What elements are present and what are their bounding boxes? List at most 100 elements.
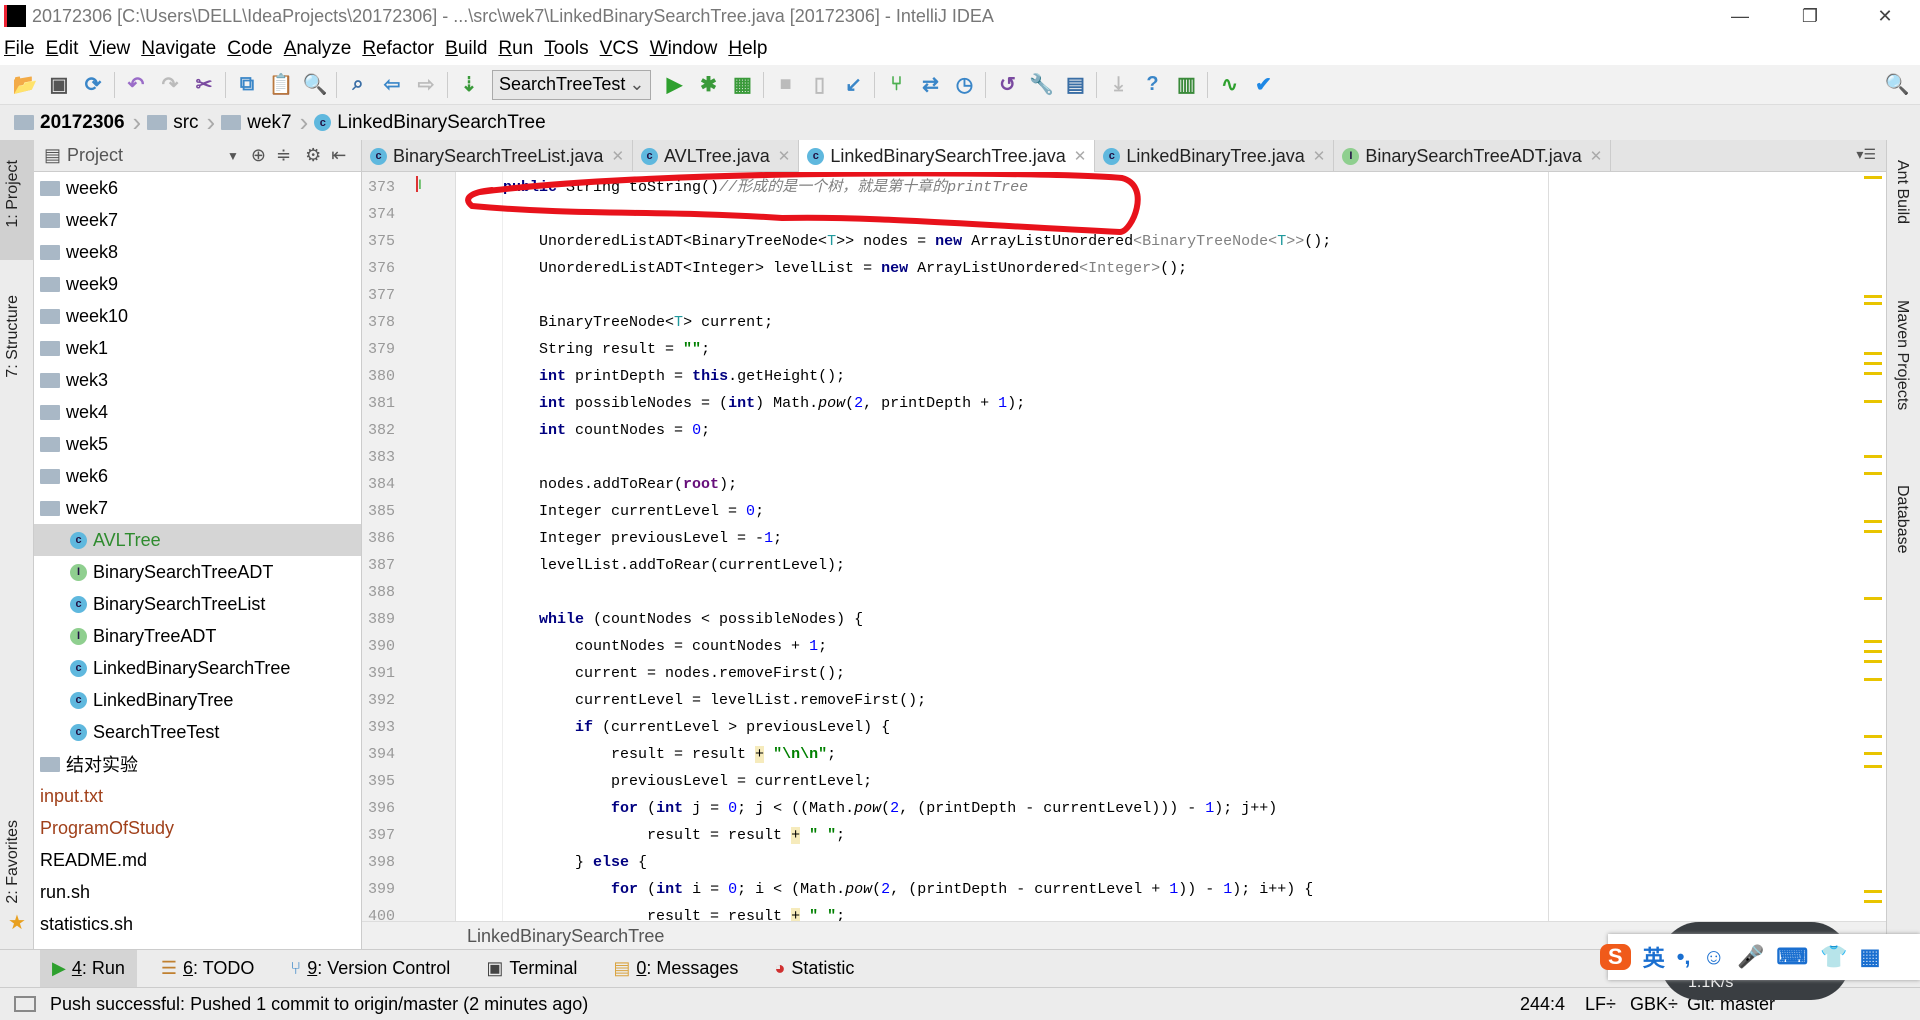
breadcrumb-item[interactable]: c LinkedBinarySearchTree: [314, 112, 553, 134]
error-stripe-mark[interactable]: [1864, 400, 1882, 403]
sync-icon[interactable]: ⟳: [76, 70, 110, 100]
debug-icon[interactable]: ✱: [691, 70, 725, 100]
menu-build[interactable]: Build: [445, 38, 487, 60]
tree-item[interactable]: week9: [34, 268, 361, 300]
tree-item[interactable]: ProgramOfStudy: [34, 812, 361, 844]
breadcrumb-item[interactable]: 20172306: [14, 107, 141, 138]
tool-window-messages[interactable]: ▤ 0: Messages: [601, 950, 750, 988]
copy-icon[interactable]: ⧉: [230, 70, 264, 100]
error-stripe-mark[interactable]: [1864, 678, 1882, 681]
menu-vcs[interactable]: VCS: [600, 38, 639, 60]
tree-item[interactable]: wek6: [34, 460, 361, 492]
error-stripe-mark[interactable]: [1864, 372, 1882, 375]
tree-item[interactable]: c LinkedBinaryTree: [34, 684, 361, 716]
tree-item[interactable]: week7: [34, 204, 361, 236]
error-stripe-mark[interactable]: [1864, 530, 1882, 533]
tab-binarysearchtreelist[interactable]: c BinarySearchTreeList.java ✕: [362, 140, 634, 172]
statistic-icon[interactable]: ∿: [1212, 70, 1246, 100]
breadcrumb-item[interactable]: wek7: [221, 107, 308, 138]
close-tab-icon[interactable]: ✕: [611, 147, 624, 165]
menu-file[interactable]: File: [4, 38, 35, 60]
error-stripe-mark[interactable]: [1864, 640, 1882, 643]
line-separator[interactable]: LF÷: [1585, 994, 1616, 1015]
close-tab-icon[interactable]: ✕: [1074, 147, 1087, 165]
menu-tools[interactable]: Tools: [544, 38, 588, 60]
ime-item[interactable]: ⌨: [1776, 944, 1808, 970]
menu-code[interactable]: Code: [227, 38, 272, 60]
close-tab-icon[interactable]: ✕: [1590, 147, 1603, 165]
tree-item[interactable]: README.md: [34, 844, 361, 876]
hide-panel-icon[interactable]: ⇤: [331, 145, 346, 166]
run-configuration-select[interactable]: SearchTreeTest ⌄: [492, 69, 652, 100]
project-structure-icon[interactable]: ▤: [1058, 70, 1092, 100]
run-icon[interactable]: ▶: [657, 70, 691, 100]
tree-item[interactable]: c BinarySearchTreeList: [34, 588, 361, 620]
minimize-button[interactable]: —: [1710, 0, 1770, 32]
tool-window-todo[interactable]: ☰ 6: TODO: [149, 950, 267, 988]
tree-item[interactable]: input.txt: [34, 780, 361, 812]
menu-refactor[interactable]: Refactor: [362, 38, 434, 60]
dropdown-icon[interactable]: ▼: [227, 149, 239, 163]
menu-window[interactable]: Window: [650, 38, 718, 60]
tree-item[interactable]: 结对实验: [34, 748, 361, 780]
status-message[interactable]: Push successful: Pushed 1 commit to orig…: [50, 994, 588, 1015]
back-icon[interactable]: ⇦: [375, 70, 409, 100]
error-stripe-mark[interactable]: [1864, 352, 1882, 355]
tree-item[interactable]: wek7: [34, 492, 361, 524]
tree-item[interactable]: week6: [34, 172, 361, 204]
find-icon[interactable]: 🔍: [298, 70, 332, 100]
history-icon[interactable]: ◷: [947, 70, 981, 100]
ime-language[interactable]: 英: [1643, 941, 1665, 973]
save-icon[interactable]: ▣: [42, 70, 76, 100]
tree-item[interactable]: week10: [34, 300, 361, 332]
vcs-branch-icon[interactable]: ⑂: [879, 70, 913, 100]
menu-edit[interactable]: Edit: [46, 38, 79, 60]
tab-linkedbinarysearchtree[interactable]: c LinkedBinarySearchTree.java ✕: [799, 140, 1096, 172]
tool-window-statistic[interactable]: ◕ Statistic: [762, 950, 866, 988]
tree-item[interactable]: I BinarySearchTreeADT: [34, 556, 361, 588]
close-button[interactable]: ✕: [1855, 0, 1915, 32]
error-stripe-mark[interactable]: [1864, 650, 1882, 653]
error-stripe-mark[interactable]: [1864, 752, 1882, 755]
tab-linkedbinarytree[interactable]: c LinkedBinaryTree.java ✕: [1095, 140, 1335, 172]
error-stripe-mark[interactable]: [1864, 455, 1882, 458]
tab-binarysearchtreeadt[interactable]: I BinarySearchTreeADT.java ✕: [1334, 140, 1612, 172]
coverage-icon[interactable]: ▦: [725, 70, 759, 100]
error-stripe-mark[interactable]: [1864, 735, 1882, 738]
tree-item[interactable]: c AVLTree: [34, 524, 361, 556]
task-icon[interactable]: ✔: [1246, 70, 1280, 100]
vcs-merge-icon[interactable]: ⇄: [913, 70, 947, 100]
ime-item[interactable]: ☺: [1703, 944, 1725, 970]
error-stripe-mark[interactable]: [1864, 660, 1882, 663]
revert-icon[interactable]: ↺: [990, 70, 1024, 100]
download-icon[interactable]: ⤓: [1101, 70, 1135, 100]
tab-list-icon[interactable]: ▾☰: [1846, 140, 1886, 171]
database-tab[interactable]: Database: [1893, 485, 1911, 554]
search-everywhere-icon[interactable]: 🔍: [1880, 70, 1914, 100]
ime-item[interactable]: ▦: [1860, 944, 1881, 970]
stop-icon[interactable]: ■: [768, 70, 802, 100]
tab-avltree[interactable]: c AVLTree.java ✕: [633, 140, 800, 172]
error-stripe-mark[interactable]: [1864, 302, 1882, 305]
cut-icon[interactable]: ✂: [187, 70, 221, 100]
paste-icon[interactable]: 📋: [264, 70, 298, 100]
error-stripe-mark[interactable]: [1864, 520, 1882, 523]
structure-tool-tab[interactable]: 7: Structure: [4, 295, 22, 378]
tree-item[interactable]: run.sh: [34, 876, 361, 908]
redo-icon[interactable]: ↷: [153, 70, 187, 100]
error-stripe-mark[interactable]: [1864, 765, 1882, 768]
tree-item[interactable]: wek3: [34, 364, 361, 396]
tree-item[interactable]: I BinaryTreeADT: [34, 620, 361, 652]
attach-icon[interactable]: ▯: [802, 70, 836, 100]
favorites-tool-tab[interactable]: 2: Favorites: [4, 820, 22, 904]
tree-item[interactable]: statistics.sh: [34, 908, 361, 940]
tree-item[interactable]: wek5: [34, 428, 361, 460]
close-tab-icon[interactable]: ✕: [1313, 147, 1326, 165]
project-view-select[interactable]: Project: [67, 145, 227, 166]
menu-run[interactable]: Run: [498, 38, 533, 60]
breadcrumb-item[interactable]: src: [147, 107, 215, 138]
help-icon[interactable]: ?: [1135, 70, 1169, 100]
tree-item[interactable]: c SearchTreeTest: [34, 716, 361, 748]
status-toggle-icon[interactable]: [14, 996, 36, 1012]
forward-icon[interactable]: ⇨: [409, 70, 443, 100]
